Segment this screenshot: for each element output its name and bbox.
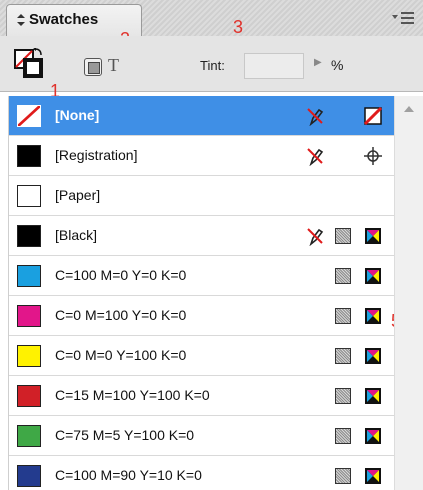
swatch-name: [Registration] bbox=[55, 147, 138, 163]
swatch-chip bbox=[17, 225, 41, 247]
process-color-icon bbox=[333, 426, 353, 446]
process-color-icon bbox=[333, 346, 353, 366]
swatch-name: C=0 M=0 Y=100 K=0 bbox=[55, 347, 187, 363]
swatch-chip bbox=[17, 345, 41, 367]
swatch-chip bbox=[17, 185, 41, 207]
swatches-panel: Swatches 2 3 4 1 T Tint: ▶ % bbox=[0, 0, 423, 490]
swatch-list: [None] [Registration] [Paper] [Black] C=… bbox=[8, 96, 394, 490]
swatch-name: C=100 M=90 Y=10 K=0 bbox=[55, 467, 202, 483]
process-color-icon bbox=[333, 226, 353, 246]
swatch-row-yellow[interactable]: C=0 M=0 Y=100 K=0 bbox=[9, 336, 394, 376]
swatch-row-blue[interactable]: C=100 M=90 Y=10 K=0 bbox=[9, 456, 394, 490]
tint-slider-arrow-icon[interactable]: ▶ bbox=[314, 57, 322, 68]
swatch-name: [Paper] bbox=[55, 187, 101, 203]
swatch-name: C=75 M=5 Y=100 K=0 bbox=[55, 427, 195, 443]
process-color-icon bbox=[333, 266, 353, 286]
process-color-icon bbox=[333, 306, 353, 326]
swatch-row-paper[interactable]: [Paper] bbox=[9, 176, 394, 216]
cmyk-mode-icon bbox=[365, 388, 381, 404]
formatting-container-icon[interactable] bbox=[84, 58, 102, 76]
swatch-name: [None] bbox=[55, 107, 100, 123]
cmyk-mode-icon bbox=[365, 348, 381, 364]
cmyk-mode-icon bbox=[365, 428, 381, 444]
collapse-arrows-icon[interactable] bbox=[16, 13, 26, 27]
none-swatch-icon bbox=[363, 106, 383, 126]
annotation-3: 3 bbox=[233, 17, 244, 37]
swatch-chip bbox=[17, 425, 41, 447]
swatch-toolbar: 1 T Tint: ▶ % bbox=[0, 36, 423, 100]
swatch-chip bbox=[17, 385, 41, 407]
cmyk-mode-icon bbox=[365, 468, 381, 484]
cmyk-mode-icon bbox=[365, 228, 381, 244]
tint-label: Tint: bbox=[200, 58, 225, 73]
tint-unit: % bbox=[331, 57, 344, 73]
non-editable-icon bbox=[307, 228, 324, 246]
swatch-row-black[interactable]: [Black] bbox=[9, 216, 394, 256]
vertical-scrollbar[interactable] bbox=[394, 96, 423, 490]
swatch-chip bbox=[17, 465, 41, 487]
cmyk-mode-icon bbox=[365, 308, 381, 324]
panel-menu-icon[interactable] bbox=[389, 8, 417, 30]
non-editable-icon bbox=[307, 108, 324, 126]
process-color-icon bbox=[333, 466, 353, 486]
cmyk-mode-icon bbox=[365, 268, 381, 284]
registration-mark-icon bbox=[364, 147, 382, 165]
swatch-row-registration[interactable]: [Registration] bbox=[9, 136, 394, 176]
swatch-name: C=0 M=100 Y=0 K=0 bbox=[55, 307, 187, 323]
formatting-text-icon[interactable]: T bbox=[108, 55, 119, 76]
swatch-row-cyan[interactable]: C=100 M=0 Y=0 K=0 bbox=[9, 256, 394, 296]
swatch-row-magenta[interactable]: C=0 M=100 Y=0 K=0 bbox=[9, 296, 394, 336]
tint-input[interactable] bbox=[244, 53, 304, 79]
panel-tab-bar: Swatches bbox=[0, 0, 423, 36]
tab-label: Swatches bbox=[29, 11, 99, 28]
fill-stroke-icon[interactable] bbox=[14, 48, 44, 80]
swatch-name: C=15 M=100 Y=100 K=0 bbox=[55, 387, 210, 403]
swatch-row-none[interactable]: [None] bbox=[9, 96, 394, 136]
swatch-chip bbox=[17, 265, 41, 287]
swatch-row-red[interactable]: C=15 M=100 Y=100 K=0 bbox=[9, 376, 394, 416]
swatch-chip bbox=[17, 105, 41, 127]
process-color-icon bbox=[333, 386, 353, 406]
swatch-row-green[interactable]: C=75 M=5 Y=100 K=0 bbox=[9, 416, 394, 456]
swatch-name: [Black] bbox=[55, 227, 98, 243]
non-editable-icon bbox=[307, 148, 324, 166]
swatch-chip bbox=[17, 145, 41, 167]
swatch-name: C=100 M=0 Y=0 K=0 bbox=[55, 267, 187, 283]
scroll-up-arrow-icon[interactable] bbox=[404, 106, 414, 112]
swatch-chip bbox=[17, 305, 41, 327]
